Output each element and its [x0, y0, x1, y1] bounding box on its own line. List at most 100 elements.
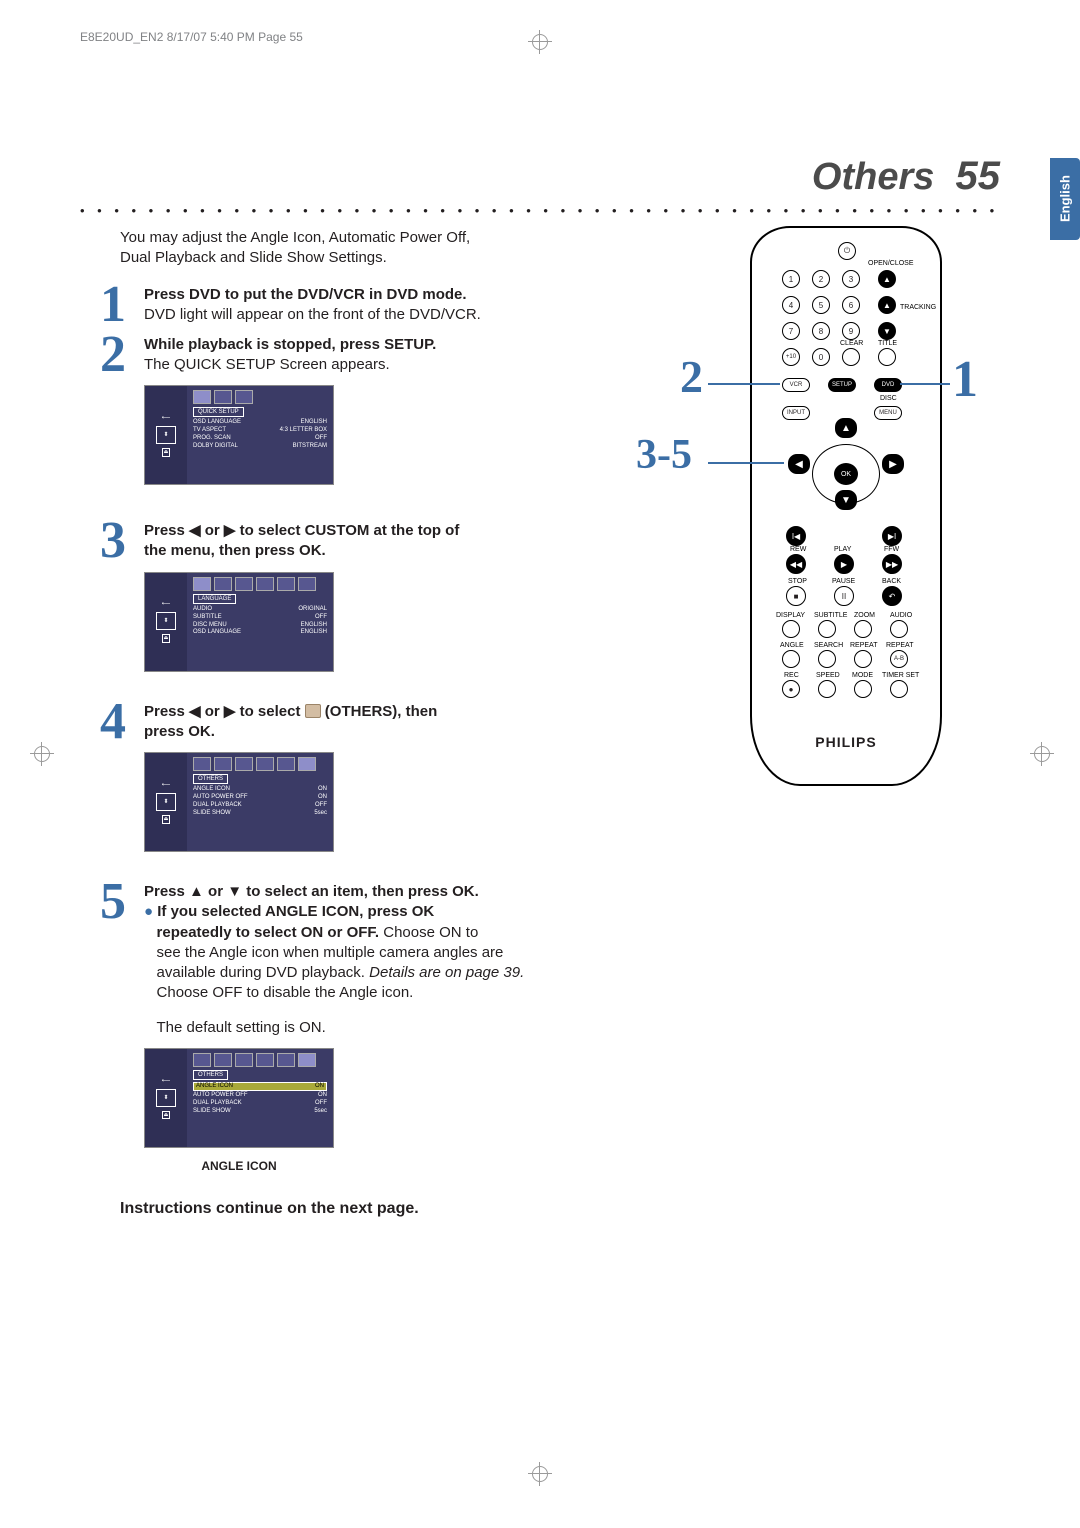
screenshot-caption: ANGLE ICON — [144, 1158, 334, 1174]
zoom-label: ZOOM — [854, 612, 875, 619]
step-number: 1 — [100, 283, 144, 327]
clear-button[interactable] — [842, 348, 860, 366]
eject-button[interactable]: ▲ — [878, 270, 896, 288]
ffw-button[interactable]: ▶▶ — [882, 554, 902, 574]
intro-line-1: You may adjust the Angle Icon, Automatic… — [120, 229, 470, 246]
step-bold: press OK. — [144, 723, 215, 740]
title-label: TITLE — [878, 340, 897, 347]
rew-label: REW — [790, 546, 806, 553]
rec-button[interactable]: ● — [782, 680, 800, 698]
dpad-down-button[interactable]: ▼ — [835, 490, 857, 510]
intro-text: You may adjust the Angle Icon, Automatic… — [120, 228, 500, 269]
speed-label: SPEED — [816, 672, 840, 679]
num-1-button[interactable]: 1 — [782, 270, 800, 288]
rec-label: REC — [784, 672, 799, 679]
print-header: E8E20UD_EN2 8/17/07 5:40 PM Page 55 — [80, 30, 1000, 44]
repeat-ab-button[interactable]: A-B — [890, 650, 908, 668]
num-4-button[interactable]: 4 — [782, 296, 800, 314]
step-text: see the Angle icon when multiple camera … — [157, 944, 504, 961]
angle-label: ANGLE — [780, 642, 804, 649]
osd-screenshot-language: ⟵ ⬍ ⏏ LANGUAGE AUDIOORIGINAL SUBTITLEOFF… — [144, 572, 334, 672]
num-0-button[interactable]: 0 — [812, 348, 830, 366]
osd-screenshot-others: ⟵ ⬍ ⏏ OTHERS ANGLE ICONON AUTO POWER OFF… — [144, 752, 334, 852]
page-title: Others 55 — [80, 154, 1000, 199]
subtitle-label: SUBTITLE — [814, 612, 847, 619]
step-bold: If you selected ANGLE ICON, press OK — [157, 903, 434, 920]
remote-body: ⏻ 1 2 3 ▲ OPEN/CLOSE 4 5 6 ▲ TRACKING 7 … — [750, 226, 942, 786]
audio-button[interactable] — [890, 620, 908, 638]
osd-section-label: LANGUAGE — [193, 594, 236, 604]
step-4: 4 Press ◀ or ▶ to select (OTHERS), then … — [100, 700, 530, 863]
next-button[interactable]: ▶I — [882, 526, 902, 546]
repeat-ab-label: REPEAT — [886, 642, 914, 649]
power-button[interactable]: ⏻ — [838, 242, 856, 260]
menu-button[interactable]: MENU — [874, 406, 902, 420]
dpad-left-button[interactable]: ◀ — [788, 454, 810, 474]
step-5: 5 Press ▲ or ▼ to select an item, then p… — [100, 880, 530, 1174]
crop-mark-icon — [30, 742, 54, 766]
crop-mark-icon — [528, 1462, 552, 1486]
callout-line — [708, 462, 784, 464]
dpad-up-button[interactable]: ▲ — [835, 418, 857, 438]
back-button[interactable]: ↶ — [882, 586, 902, 606]
step-text: The default setting is ON. — [157, 1019, 326, 1036]
callout-1: 1 — [952, 354, 978, 406]
ffw-label: FFW — [884, 546, 899, 553]
stop-button[interactable]: ■ — [786, 586, 806, 606]
num-7-button[interactable]: 7 — [782, 322, 800, 340]
angle-button[interactable] — [782, 650, 800, 668]
step-text: The QUICK SETUP Screen appears. — [144, 356, 390, 373]
step-bold: (OTHERS), then — [321, 703, 438, 720]
step-text: available during DVD playback. — [157, 964, 370, 981]
step-bold: Press ▲ or ▼ to select an item, then pre… — [144, 883, 479, 900]
step-number: 4 — [100, 700, 144, 863]
pause-button[interactable]: II — [834, 586, 854, 606]
zoom-button[interactable] — [854, 620, 872, 638]
subtitle-button[interactable] — [818, 620, 836, 638]
rew-button[interactable]: ◀◀ — [786, 554, 806, 574]
num-5-button[interactable]: 5 — [812, 296, 830, 314]
plus10-button[interactable]: +10 — [782, 348, 800, 366]
callout-line — [900, 383, 950, 385]
timer-set-label: TIMER SET — [882, 672, 919, 679]
dvd-button[interactable]: DVD — [874, 378, 902, 392]
prev-button[interactable]: I◀ — [786, 526, 806, 546]
callout-2: 2 — [680, 354, 703, 400]
display-button[interactable] — [782, 620, 800, 638]
search-button[interactable] — [818, 650, 836, 668]
osd-section-label: OTHERS — [193, 1070, 228, 1080]
speed-button[interactable] — [818, 680, 836, 698]
dpad-right-button[interactable]: ▶ — [882, 454, 904, 474]
repeat-button[interactable] — [854, 650, 872, 668]
num-9-button[interactable]: 9 — [842, 322, 860, 340]
stop-label: STOP — [788, 578, 807, 585]
input-button[interactable]: INPUT — [782, 406, 810, 420]
num-8-button[interactable]: 8 — [812, 322, 830, 340]
disc-label: DISC — [880, 395, 897, 402]
setup-button[interactable]: SETUP — [828, 378, 856, 392]
audio-label: AUDIO — [890, 612, 912, 619]
power-icon: ⏻ — [844, 246, 850, 256]
title-button[interactable] — [878, 348, 896, 366]
num-6-button[interactable]: 6 — [842, 296, 860, 314]
step-text: Choose OFF to disable the Angle icon. — [157, 984, 414, 1001]
play-label: PLAY — [834, 546, 851, 553]
crop-mark-icon — [1030, 742, 1054, 766]
vcr-button[interactable]: VCR — [782, 378, 810, 392]
num-3-button[interactable]: 3 — [842, 270, 860, 288]
mode-button[interactable] — [854, 680, 872, 698]
num-2-button[interactable]: 2 — [812, 270, 830, 288]
ok-button[interactable]: OK — [834, 463, 858, 485]
osd-section-label: QUICK SETUP — [193, 407, 244, 417]
display-label: DISPLAY — [776, 612, 805, 619]
step-bold: Press DVD to put the DVD/VCR in DVD mode… — [144, 286, 467, 303]
timer-set-button[interactable] — [890, 680, 908, 698]
step-text-italic: Details are on page 39. — [369, 964, 524, 981]
callout-3-5: 3-5 — [636, 434, 692, 476]
tracking-down-button[interactable]: ▼ — [878, 322, 896, 340]
step-text: DVD light will appear on the front of th… — [144, 306, 481, 323]
step-bold: the menu, then press OK. — [144, 542, 326, 559]
play-button[interactable]: ▶ — [834, 554, 854, 574]
tracking-up-button[interactable]: ▲ — [878, 296, 896, 314]
step-number: 5 — [100, 880, 144, 1174]
